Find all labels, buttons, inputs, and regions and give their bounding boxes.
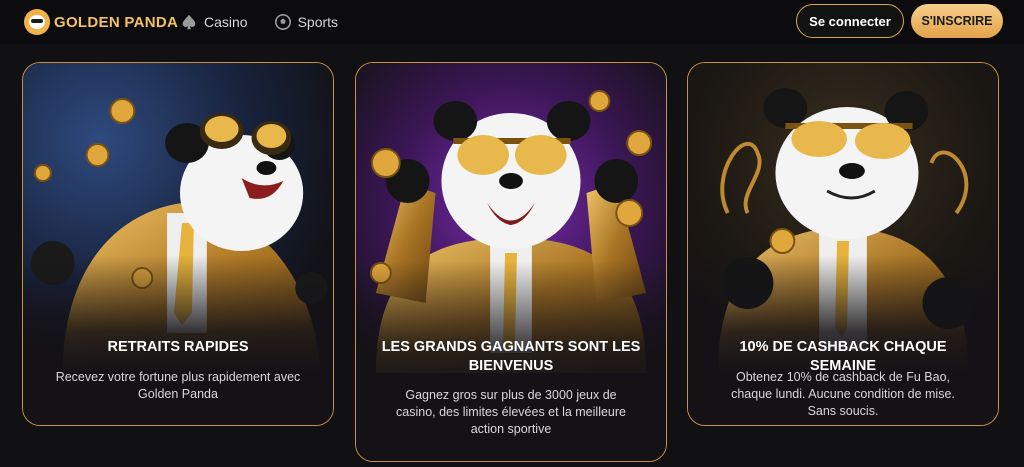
login-button[interactable]: Se connecter	[796, 4, 904, 38]
card-description: Gagnez gros sur plus de 3000 jeux de cas…	[396, 388, 626, 436]
card-title: LES GRANDS GAGNANTS SONT LES BIENVENUS	[381, 339, 641, 374]
promo-card-big-winners[interactable]: LES GRANDS GAGNANTS SONT LES BIENVENUS G…	[355, 62, 667, 462]
card-description: Obtenez 10% de cashback de Fu Bao, chaqu…	[731, 370, 955, 418]
card-title: RETRAITS RAPIDES	[107, 339, 249, 355]
top-header: GOLDEN PANDA Casino Sports Se connecter …	[0, 0, 1024, 44]
brand-name: GOLDEN PANDA	[54, 13, 179, 31]
nav-item-casino[interactable]: Casino	[180, 13, 248, 31]
nav-item-sports[interactable]: Sports	[274, 13, 338, 31]
nav-label-sports: Sports	[297, 14, 339, 30]
main-nav: Casino Sports	[180, 0, 338, 44]
soccer-ball-icon	[274, 13, 291, 31]
panda-logo-icon	[24, 9, 50, 35]
spade-icon	[182, 14, 196, 30]
brand-logo[interactable]: GOLDEN PANDA	[24, 9, 178, 35]
promo-card-fast-withdrawals[interactable]: RETRAITS RAPIDES Recevez votre fortune p…	[22, 62, 334, 426]
card-description: Recevez votre fortune plus rapidement av…	[55, 370, 301, 401]
nav-label-casino: Casino	[204, 14, 248, 30]
signup-button[interactable]: S'INSCRIRE	[911, 4, 1003, 38]
promo-card-weekly-cashback[interactable]: 10% DE CASHBACK CHAQUE SEMAINE Obtenez 1…	[687, 62, 999, 426]
